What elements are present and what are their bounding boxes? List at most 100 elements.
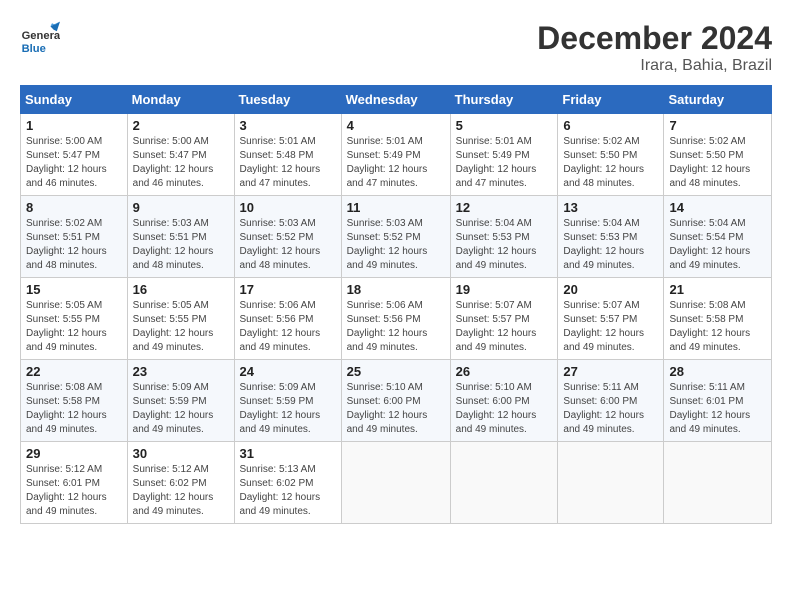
calendar-cell: 5 Sunrise: 5:01 AM Sunset: 5:49 PM Dayli… (450, 114, 558, 196)
calendar-cell: 16 Sunrise: 5:05 AM Sunset: 5:55 PM Dayl… (127, 278, 234, 360)
calendar-cell: 9 Sunrise: 5:03 AM Sunset: 5:51 PM Dayli… (127, 196, 234, 278)
logo-icon: General Blue (20, 20, 60, 60)
weekday-header-wednesday: Wednesday (341, 86, 450, 114)
day-number: 27 (563, 364, 658, 379)
day-number: 30 (133, 446, 229, 461)
day-info: Sunrise: 5:02 AM Sunset: 5:51 PM Dayligh… (26, 217, 122, 273)
calendar-week-4: 22 Sunrise: 5:08 AM Sunset: 5:58 PM Dayl… (21, 360, 772, 442)
day-number: 9 (133, 200, 229, 215)
day-number: 14 (669, 200, 766, 215)
day-info: Sunrise: 5:02 AM Sunset: 5:50 PM Dayligh… (563, 135, 658, 191)
day-info: Sunrise: 5:07 AM Sunset: 5:57 PM Dayligh… (456, 299, 553, 355)
month-title: December 2024 (537, 20, 772, 57)
day-number: 21 (669, 282, 766, 297)
day-info: Sunrise: 5:12 AM Sunset: 6:01 PM Dayligh… (26, 463, 122, 519)
page-header: General Blue December 2024 Irara, Bahia,… (20, 20, 772, 75)
day-info: Sunrise: 5:11 AM Sunset: 6:01 PM Dayligh… (669, 381, 766, 437)
day-info: Sunrise: 5:05 AM Sunset: 5:55 PM Dayligh… (133, 299, 229, 355)
day-info: Sunrise: 5:11 AM Sunset: 6:00 PM Dayligh… (563, 381, 658, 437)
calendar-cell: 15 Sunrise: 5:05 AM Sunset: 5:55 PM Dayl… (21, 278, 128, 360)
calendar-cell (341, 442, 450, 524)
weekday-header-tuesday: Tuesday (234, 86, 341, 114)
day-number: 15 (26, 282, 122, 297)
calendar-cell: 25 Sunrise: 5:10 AM Sunset: 6:00 PM Dayl… (341, 360, 450, 442)
calendar-cell: 22 Sunrise: 5:08 AM Sunset: 5:58 PM Dayl… (21, 360, 128, 442)
day-number: 5 (456, 118, 553, 133)
day-info: Sunrise: 5:04 AM Sunset: 5:54 PM Dayligh… (669, 217, 766, 273)
calendar-cell: 13 Sunrise: 5:04 AM Sunset: 5:53 PM Dayl… (558, 196, 664, 278)
day-number: 25 (347, 364, 445, 379)
calendar-cell: 24 Sunrise: 5:09 AM Sunset: 5:59 PM Dayl… (234, 360, 341, 442)
weekday-header-friday: Friday (558, 86, 664, 114)
day-info: Sunrise: 5:10 AM Sunset: 6:00 PM Dayligh… (456, 381, 553, 437)
calendar-cell: 20 Sunrise: 5:07 AM Sunset: 5:57 PM Dayl… (558, 278, 664, 360)
calendar-cell: 28 Sunrise: 5:11 AM Sunset: 6:01 PM Dayl… (664, 360, 772, 442)
calendar-cell: 6 Sunrise: 5:02 AM Sunset: 5:50 PM Dayli… (558, 114, 664, 196)
day-info: Sunrise: 5:09 AM Sunset: 5:59 PM Dayligh… (133, 381, 229, 437)
day-number: 31 (240, 446, 336, 461)
day-info: Sunrise: 5:02 AM Sunset: 5:50 PM Dayligh… (669, 135, 766, 191)
day-number: 22 (26, 364, 122, 379)
day-info: Sunrise: 5:05 AM Sunset: 5:55 PM Dayligh… (26, 299, 122, 355)
day-number: 24 (240, 364, 336, 379)
day-number: 16 (133, 282, 229, 297)
calendar-cell (558, 442, 664, 524)
day-info: Sunrise: 5:07 AM Sunset: 5:57 PM Dayligh… (563, 299, 658, 355)
weekday-header-monday: Monday (127, 86, 234, 114)
calendar-cell: 31 Sunrise: 5:13 AM Sunset: 6:02 PM Dayl… (234, 442, 341, 524)
day-info: Sunrise: 5:09 AM Sunset: 5:59 PM Dayligh… (240, 381, 336, 437)
weekday-header-thursday: Thursday (450, 86, 558, 114)
calendar-cell: 12 Sunrise: 5:04 AM Sunset: 5:53 PM Dayl… (450, 196, 558, 278)
calendar-cell: 8 Sunrise: 5:02 AM Sunset: 5:51 PM Dayli… (21, 196, 128, 278)
calendar-cell: 26 Sunrise: 5:10 AM Sunset: 6:00 PM Dayl… (450, 360, 558, 442)
weekday-header-saturday: Saturday (664, 86, 772, 114)
calendar-cell (450, 442, 558, 524)
day-number: 29 (26, 446, 122, 461)
calendar-header-row: SundayMondayTuesdayWednesdayThursdayFrid… (21, 86, 772, 114)
calendar-cell: 14 Sunrise: 5:04 AM Sunset: 5:54 PM Dayl… (664, 196, 772, 278)
day-number: 18 (347, 282, 445, 297)
title-area: December 2024 Irara, Bahia, Brazil (537, 20, 772, 75)
day-info: Sunrise: 5:01 AM Sunset: 5:49 PM Dayligh… (456, 135, 553, 191)
day-number: 10 (240, 200, 336, 215)
calendar-cell: 3 Sunrise: 5:01 AM Sunset: 5:48 PM Dayli… (234, 114, 341, 196)
day-number: 13 (563, 200, 658, 215)
day-info: Sunrise: 5:03 AM Sunset: 5:52 PM Dayligh… (347, 217, 445, 273)
day-info: Sunrise: 5:10 AM Sunset: 6:00 PM Dayligh… (347, 381, 445, 437)
calendar-cell: 4 Sunrise: 5:01 AM Sunset: 5:49 PM Dayli… (341, 114, 450, 196)
calendar-cell: 10 Sunrise: 5:03 AM Sunset: 5:52 PM Dayl… (234, 196, 341, 278)
day-info: Sunrise: 5:01 AM Sunset: 5:49 PM Dayligh… (347, 135, 445, 191)
day-number: 23 (133, 364, 229, 379)
calendar-cell: 2 Sunrise: 5:00 AM Sunset: 5:47 PM Dayli… (127, 114, 234, 196)
day-number: 7 (669, 118, 766, 133)
day-info: Sunrise: 5:06 AM Sunset: 5:56 PM Dayligh… (240, 299, 336, 355)
calendar-cell: 27 Sunrise: 5:11 AM Sunset: 6:00 PM Dayl… (558, 360, 664, 442)
calendar-cell: 30 Sunrise: 5:12 AM Sunset: 6:02 PM Dayl… (127, 442, 234, 524)
calendar-cell: 1 Sunrise: 5:00 AM Sunset: 5:47 PM Dayli… (21, 114, 128, 196)
day-info: Sunrise: 5:13 AM Sunset: 6:02 PM Dayligh… (240, 463, 336, 519)
calendar-cell: 7 Sunrise: 5:02 AM Sunset: 5:50 PM Dayli… (664, 114, 772, 196)
calendar-cell (664, 442, 772, 524)
day-number: 26 (456, 364, 553, 379)
logo: General Blue (20, 20, 60, 60)
calendar-week-1: 1 Sunrise: 5:00 AM Sunset: 5:47 PM Dayli… (21, 114, 772, 196)
day-number: 2 (133, 118, 229, 133)
day-number: 11 (347, 200, 445, 215)
svg-text:Blue: Blue (22, 43, 46, 55)
day-number: 12 (456, 200, 553, 215)
day-info: Sunrise: 5:08 AM Sunset: 5:58 PM Dayligh… (669, 299, 766, 355)
day-info: Sunrise: 5:01 AM Sunset: 5:48 PM Dayligh… (240, 135, 336, 191)
calendar-cell: 21 Sunrise: 5:08 AM Sunset: 5:58 PM Dayl… (664, 278, 772, 360)
location: Irara, Bahia, Brazil (537, 57, 772, 75)
calendar-cell: 23 Sunrise: 5:09 AM Sunset: 5:59 PM Dayl… (127, 360, 234, 442)
calendar-week-5: 29 Sunrise: 5:12 AM Sunset: 6:01 PM Dayl… (21, 442, 772, 524)
calendar-cell: 19 Sunrise: 5:07 AM Sunset: 5:57 PM Dayl… (450, 278, 558, 360)
day-number: 6 (563, 118, 658, 133)
calendar-table: SundayMondayTuesdayWednesdayThursdayFrid… (20, 85, 772, 524)
day-info: Sunrise: 5:04 AM Sunset: 5:53 PM Dayligh… (563, 217, 658, 273)
calendar-week-3: 15 Sunrise: 5:05 AM Sunset: 5:55 PM Dayl… (21, 278, 772, 360)
day-info: Sunrise: 5:04 AM Sunset: 5:53 PM Dayligh… (456, 217, 553, 273)
day-info: Sunrise: 5:12 AM Sunset: 6:02 PM Dayligh… (133, 463, 229, 519)
day-info: Sunrise: 5:08 AM Sunset: 5:58 PM Dayligh… (26, 381, 122, 437)
day-number: 4 (347, 118, 445, 133)
